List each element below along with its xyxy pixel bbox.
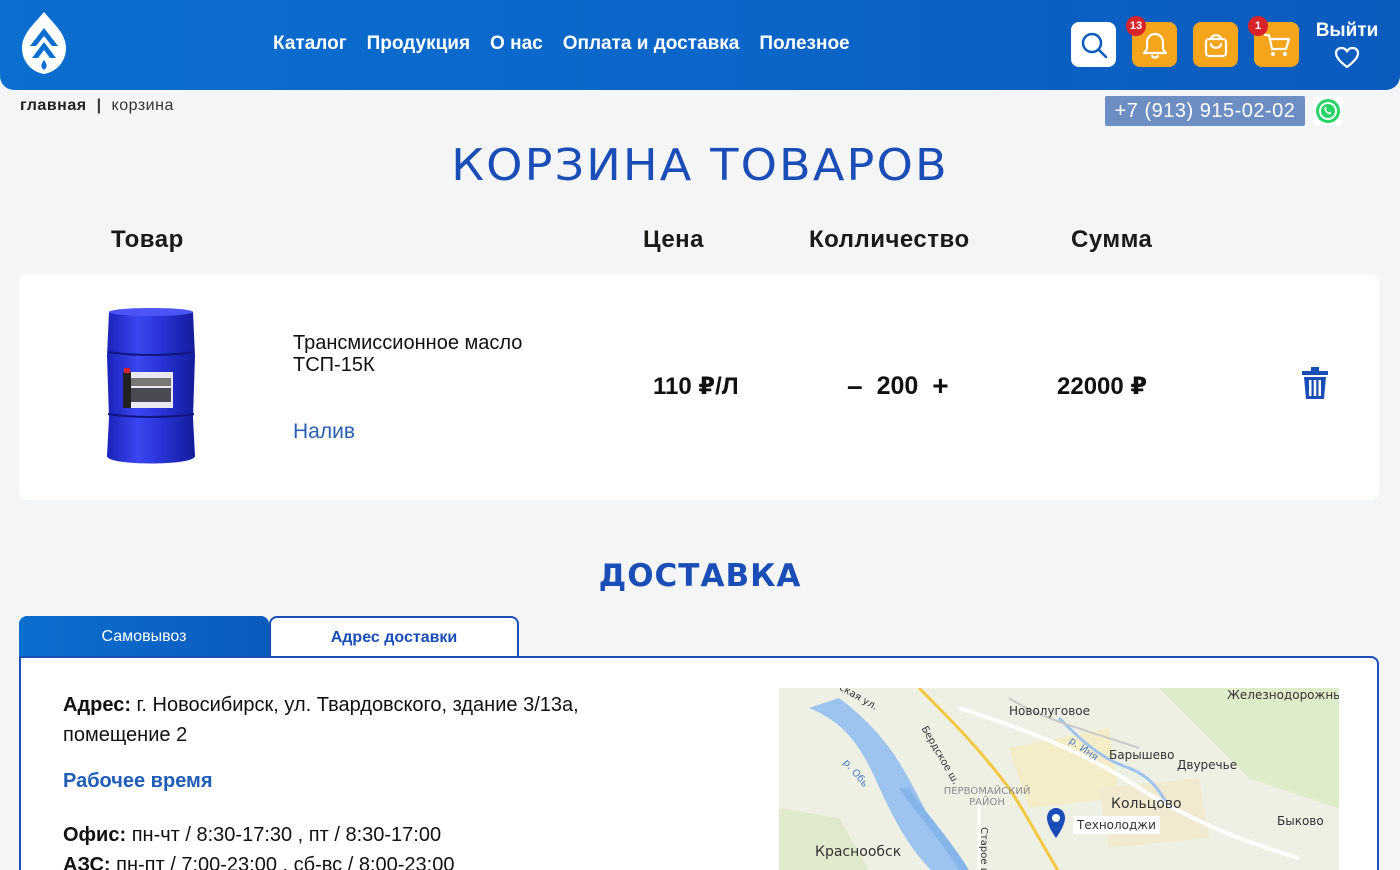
- map-label: Быково: [1277, 814, 1324, 828]
- nav-products[interactable]: Продукция: [367, 33, 470, 55]
- shopping-bag-icon: [1204, 33, 1227, 57]
- trash-icon[interactable]: [1301, 366, 1329, 400]
- product-price: 110 ₽/Л: [653, 373, 739, 400]
- map-label: Первомайский район: [943, 786, 1031, 808]
- hours-title: Рабочее время: [63, 770, 213, 792]
- notifications-button[interactable]: 13: [1126, 16, 1177, 67]
- map-label: Железнодорожный: [1227, 688, 1339, 702]
- whatsapp-icon[interactable]: [1313, 96, 1343, 126]
- column-header-quantity: Колличество: [809, 226, 970, 253]
- site-header: Каталог Продукция О нас Оплата и доставк…: [0, 0, 1400, 90]
- map-label: Новолуговое: [1009, 704, 1090, 718]
- map-label: Краснообск: [815, 844, 902, 860]
- page-title: КОРЗИНА ТОВАРОВ: [451, 140, 949, 191]
- column-header-product: Товар: [111, 226, 184, 253]
- quantity-decrease-button[interactable]: –: [847, 370, 863, 402]
- map-label: Технолоджи: [1073, 816, 1160, 834]
- cart-button[interactable]: 1: [1248, 16, 1299, 67]
- breadcrumb-current: корзина: [111, 97, 174, 114]
- office-label: Офис:: [63, 824, 127, 846]
- heart-icon[interactable]: [1334, 46, 1360, 70]
- map-label: Кольцово: [1111, 796, 1182, 812]
- address-value: г. Новосибирск, ул. Твардовского, здание…: [63, 694, 579, 746]
- nav-payment-delivery[interactable]: Оплата и доставка: [563, 33, 740, 55]
- map-label: Двуречье: [1177, 758, 1238, 772]
- item-sum: 22000 ₽: [1057, 373, 1148, 400]
- bell-icon: [1142, 32, 1167, 59]
- search-icon: [1081, 32, 1107, 58]
- notifications-badge: 13: [1126, 16, 1146, 36]
- cart-item: Трансмиссионное масло ТСП-15К Налив 110 …: [19, 274, 1379, 500]
- orders-button[interactable]: [1193, 22, 1238, 67]
- breadcrumb-home[interactable]: главная: [20, 97, 87, 114]
- azs-label: АЗС:: [63, 854, 111, 870]
- phone-number[interactable]: +7 (913) 915-02-02: [1105, 96, 1305, 126]
- cart-badge: 1: [1248, 16, 1268, 36]
- location-map[interactable]: Железнодорожный Новолуговое Барышево Дву…: [779, 688, 1339, 870]
- quantity-increase-button[interactable]: +: [932, 370, 948, 402]
- delivery-title: ДОСТАВКА: [598, 558, 802, 594]
- azs-hours: пн-пт / 7:00-23:00 , сб-вс / 8:00-23:00: [110, 854, 455, 870]
- column-header-price: Цена: [643, 226, 705, 253]
- nav-catalog[interactable]: Каталог: [273, 33, 347, 55]
- address-label: Адрес:: [63, 694, 131, 716]
- column-header-sum: Сумма: [1071, 226, 1153, 253]
- map-label: Старое ш.: [978, 826, 990, 870]
- nav-useful[interactable]: Полезное: [759, 33, 849, 55]
- product-tag: Налив: [293, 420, 355, 443]
- quantity-value[interactable]: 200: [877, 372, 919, 401]
- main-nav: Каталог Продукция О нас Оплата и доставк…: [273, 33, 850, 55]
- logo-icon[interactable]: [18, 10, 70, 76]
- nav-about[interactable]: О нас: [490, 33, 543, 55]
- breadcrumb: главная | корзина: [20, 97, 174, 115]
- search-button[interactable]: [1071, 22, 1116, 67]
- pickup-address: Адрес: г. Новосибирск, ул. Твардовского,…: [63, 690, 673, 750]
- product-image[interactable]: [103, 306, 199, 468]
- office-hours: пн-чт / 8:30-17:30 , пт / 8:30-17:00: [126, 824, 442, 846]
- product-name[interactable]: Трансмиссионное масло ТСП-15К: [293, 332, 533, 376]
- tab-delivery-address[interactable]: Адрес доставки: [269, 616, 519, 658]
- cart-icon: [1263, 33, 1290, 56]
- working-hours: Офис: пн-чт / 8:30-17:30 , пт / 8:30-17:…: [63, 820, 454, 870]
- map-label: Барышево: [1109, 748, 1175, 762]
- logout-label: Выйти: [1315, 20, 1379, 41]
- delivery-panel: Адрес: г. Новосибирск, ул. Твардовского,…: [19, 656, 1379, 870]
- breadcrumb-separator: |: [96, 97, 102, 114]
- quantity-stepper: – 200 +: [847, 370, 949, 402]
- logout-button[interactable]: Выйти: [1312, 20, 1382, 70]
- tab-pickup[interactable]: Самовывоз: [19, 616, 269, 658]
